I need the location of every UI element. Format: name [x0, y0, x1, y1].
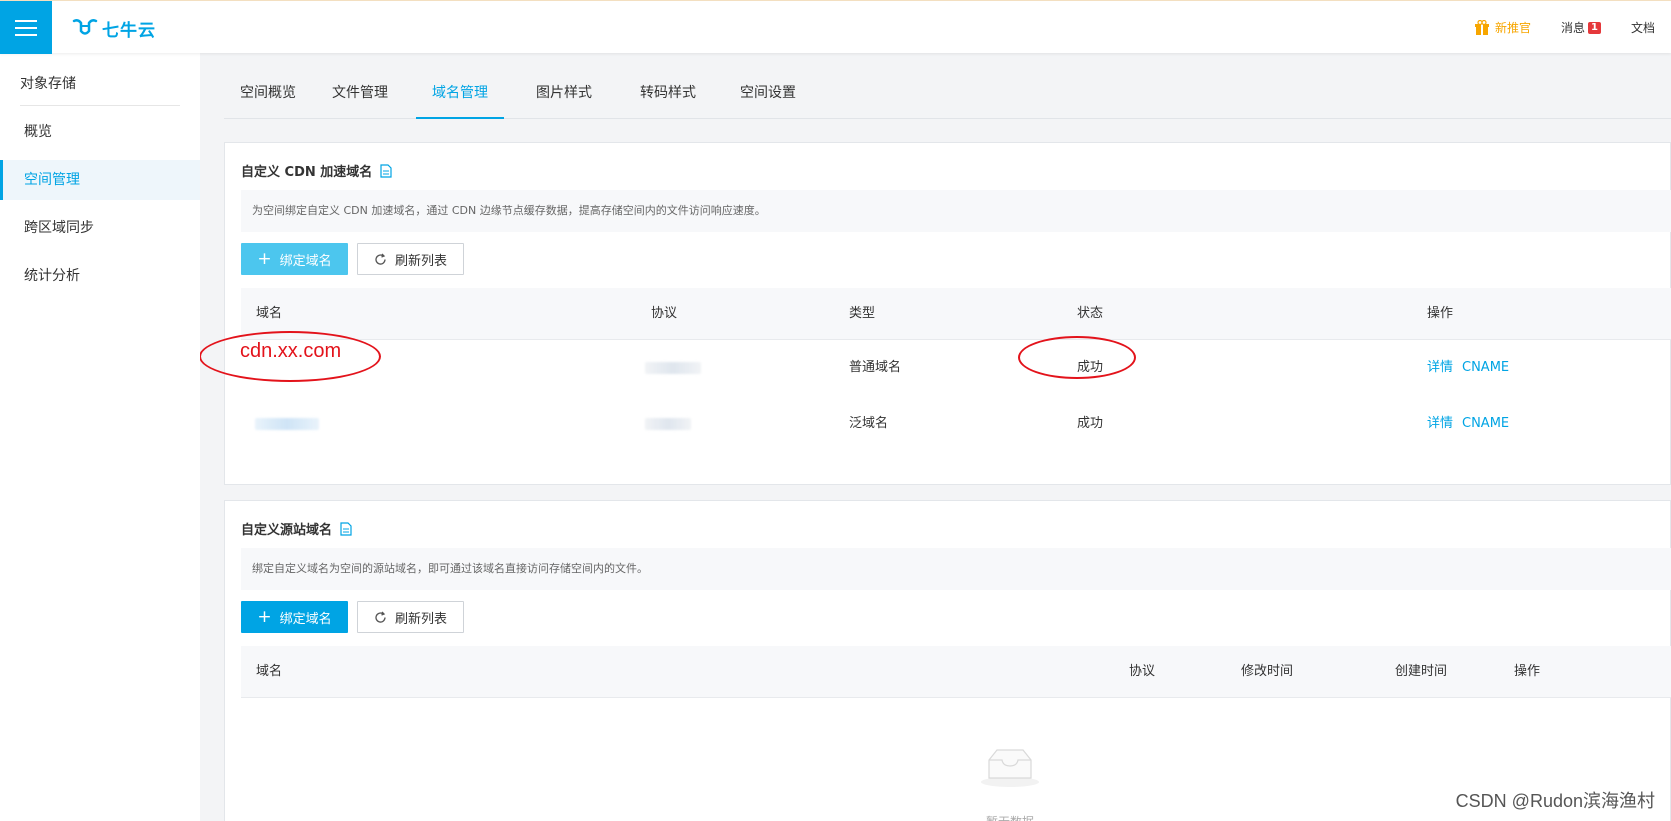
cdn-table-row: 普通域名 成功 详情 CNAME	[241, 340, 1671, 396]
top-bar: 七牛云 新推官 消息 1 文档	[0, 0, 1671, 54]
tab-bucket-overview[interactable]: 空间概览	[224, 72, 312, 119]
promo-label: 新推官	[1494, 21, 1531, 35]
sidebar: 对象存储 概览 空间管理 跨区域同步 统计分析	[0, 53, 200, 821]
source-title-text: 自定义源站域名	[241, 523, 333, 538]
cdn-title-text: 自定义 CDN 加速域名	[241, 165, 373, 180]
tab-bucket-settings[interactable]: 空间设置	[724, 72, 812, 119]
col-type: 类型	[849, 306, 876, 321]
redacted-domain	[255, 418, 319, 430]
plus-icon: +	[257, 248, 272, 269]
col-actions: 操作	[1514, 664, 1541, 679]
refresh-source-list-button[interactable]: 刷新列表	[357, 601, 464, 633]
cell-type: 泛域名	[849, 416, 889, 431]
detail-link[interactable]: 详情	[1427, 396, 1453, 452]
cell-status: 成功	[1077, 416, 1104, 431]
brand-logo[interactable]: 七牛云	[72, 15, 156, 41]
bull-logo-icon	[72, 19, 98, 35]
logo-text: 七牛云	[102, 20, 156, 41]
messages-link[interactable]: 消息 1	[1561, 19, 1601, 36]
cdn-section-description: 为空间绑定自定义 CDN 加速域名，通过 CDN 边缘节点缓存数据，提高存储空间…	[241, 190, 1671, 232]
bind-source-domain-button[interactable]: + 绑定域名	[241, 601, 348, 633]
doc-icon[interactable]	[340, 521, 352, 536]
gift-icon	[1474, 19, 1489, 35]
source-section-title: 自定义源站域名	[241, 519, 352, 538]
cdn-domain-card: 自定义 CDN 加速域名 为空间绑定自定义 CDN 加速域名，通过 CDN 边缘…	[224, 142, 1671, 485]
hamburger-menu-button[interactable]	[0, 1, 52, 54]
sidebar-item-statistics[interactable]: 统计分析	[0, 256, 200, 296]
cdn-table-header: 域名 协议 类型 状态 操作	[241, 288, 1671, 340]
col-domain: 域名	[256, 664, 283, 679]
docs-link[interactable]: 文档	[1631, 19, 1655, 36]
doc-icon[interactable]	[380, 163, 392, 178]
plus-icon: +	[257, 606, 272, 627]
source-section-description: 绑定自定义域名为空间的源站域名，即可通过该域名直接访问存储空间内的文件。	[241, 548, 1671, 590]
col-protocol: 协议	[651, 306, 678, 321]
refresh-icon	[375, 253, 386, 265]
redacted-protocol	[645, 362, 701, 374]
col-status: 状态	[1077, 306, 1104, 321]
refresh-icon	[375, 611, 386, 623]
source-table-header: 域名 协议 修改时间 创建时间 操作	[241, 646, 1671, 698]
tab-domain-management[interactable]: 域名管理	[416, 72, 504, 119]
cdn-table-row: 泛域名 成功 详情 CNAME	[241, 396, 1671, 452]
refresh-cdn-list-label: 刷新列表	[394, 253, 447, 269]
refresh-cdn-list-button[interactable]: 刷新列表	[357, 243, 464, 275]
messages-badge: 1	[1588, 21, 1601, 34]
refresh-source-list-label: 刷新列表	[394, 611, 447, 627]
source-domain-card: 自定义源站域名 绑定自定义域名为空间的源站域名，即可通过该域名直接访问存储空间内…	[224, 500, 1671, 821]
sidebar-item-cross-region-sync[interactable]: 跨区域同步	[0, 208, 200, 248]
col-created-time: 创建时间	[1395, 664, 1448, 679]
bind-cdn-domain-label: 绑定域名	[279, 253, 332, 269]
cell-type: 普通域名	[849, 360, 902, 375]
empty-state-text: 暂无数据	[977, 813, 1043, 821]
tab-image-styles[interactable]: 图片样式	[520, 72, 608, 119]
bind-source-domain-label: 绑定域名	[279, 611, 332, 627]
cdn-section-title: 自定义 CDN 加速域名	[241, 161, 392, 180]
empty-inbox-icon	[981, 749, 1039, 787]
sidebar-title: 对象存储	[20, 73, 180, 106]
promo-link[interactable]: 新推官	[1474, 19, 1531, 36]
annotation-domain-text: cdn.xx.com	[240, 340, 342, 362]
redacted-protocol	[645, 418, 691, 430]
tab-transcode-styles[interactable]: 转码样式	[624, 72, 712, 119]
tab-file-management[interactable]: 文件管理	[316, 72, 404, 119]
watermark: CSDN @Rudon滨海渔村	[1455, 791, 1655, 811]
col-protocol: 协议	[1129, 664, 1156, 679]
sidebar-item-overview[interactable]: 概览	[0, 112, 200, 152]
detail-link[interactable]: 详情	[1427, 340, 1453, 396]
cname-link[interactable]: CNAME	[1462, 340, 1509, 396]
col-actions: 操作	[1427, 306, 1454, 321]
col-modified-time: 修改时间	[1241, 664, 1294, 679]
messages-label: 消息	[1561, 21, 1586, 35]
sidebar-item-bucket-management[interactable]: 空间管理	[0, 160, 200, 200]
cell-status: 成功	[1077, 360, 1104, 375]
tab-bar: 空间概览 文件管理 域名管理 图片样式 转码样式 空间设置	[224, 72, 1671, 119]
main-content: 空间概览 文件管理 域名管理 图片样式 转码样式 空间设置 自定义 CDN 加速…	[200, 53, 1671, 821]
menu-icon	[15, 19, 37, 36]
bind-cdn-domain-button[interactable]: + 绑定域名	[241, 243, 348, 275]
col-domain: 域名	[256, 306, 283, 321]
cname-link[interactable]: CNAME	[1462, 396, 1509, 452]
